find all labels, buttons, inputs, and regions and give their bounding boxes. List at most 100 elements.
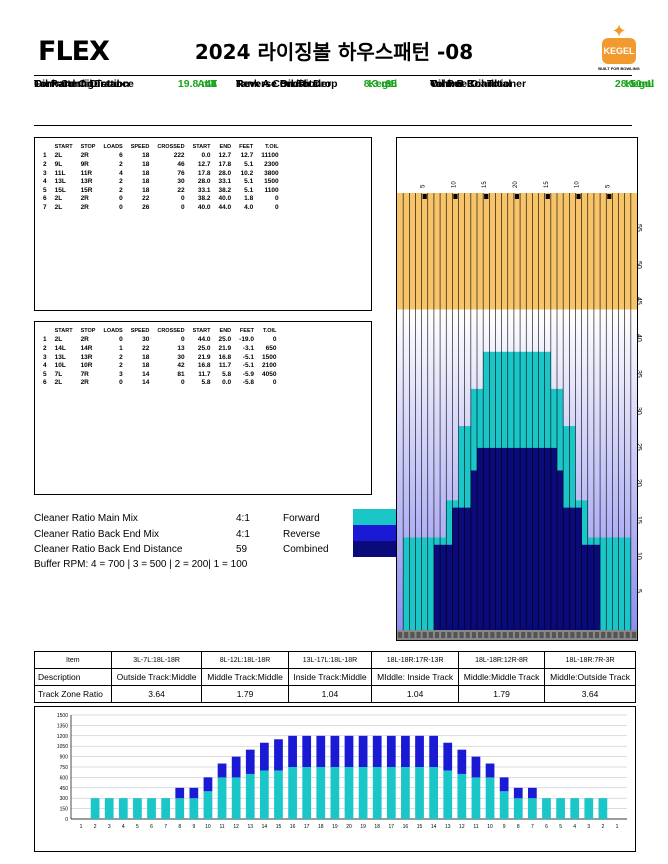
distance-label: 30 (635, 406, 642, 415)
column-header: FEET (239, 144, 254, 151)
cleaner-label: Cleaner Ratio Main Mix (34, 513, 138, 524)
bar-forward (584, 798, 594, 819)
board-marker (607, 632, 612, 638)
bar-reverse (527, 787, 537, 799)
board-marker (410, 632, 415, 638)
x-tick-label: 18 (374, 824, 380, 830)
table-cell: 46 (177, 160, 185, 168)
table-row: 6 2L 2R 0 22 0 38.2 40.0 1.8 0 (39, 195, 283, 204)
board-marker (631, 632, 636, 638)
table-cell: 0 (119, 195, 123, 203)
board-marker (478, 632, 483, 638)
board-marker (533, 632, 538, 638)
bar-reverse (415, 735, 424, 767)
table-cell: 2 (119, 186, 123, 194)
x-tick-label: 5 (136, 824, 139, 830)
bar-forward (175, 798, 185, 819)
table-cell: 2R (80, 195, 89, 203)
kegel-badge: KEGEL (602, 38, 636, 64)
table-cell: 4 (119, 169, 123, 177)
kegel-tagline: BUILT FOR BOWLING (598, 66, 640, 71)
table-cell: 15L (54, 186, 66, 194)
board-marker (558, 632, 563, 638)
table-cell: 14R (80, 344, 93, 352)
bar-forward (231, 777, 241, 819)
x-tick-label: 11 (219, 824, 224, 830)
y-tick-label: 450 (60, 786, 69, 792)
table-cell: 2R (80, 336, 89, 344)
column-header: CROSSED (157, 144, 185, 151)
bar-forward (527, 798, 537, 819)
x-tick-label: 12 (233, 824, 239, 830)
y-tick-label: 900 (60, 755, 69, 761)
column-header: SPEED (130, 328, 150, 335)
table-cell: 42 (177, 362, 185, 370)
x-tick-label: 19 (360, 824, 366, 830)
cleaner-value: 59 (236, 544, 248, 555)
board-marker (434, 632, 440, 638)
table-cell: 650 (265, 344, 277, 352)
bar-reverse (443, 742, 453, 771)
table-cell: 16.8 (197, 362, 211, 370)
zone-cell: Middle:Middle Track (457, 668, 546, 686)
header-divider (34, 75, 632, 76)
bar-chart-svg: 015030045060075090010501200135015001 2 3 4 5… (57, 713, 627, 830)
board-label: 15 (544, 181, 550, 188)
column-header: T.OIL (263, 328, 277, 335)
bar-forward (344, 767, 354, 819)
table-cell: -5.1 (242, 362, 254, 370)
board-label: 15 (482, 181, 488, 188)
x-tick-label: 17 (304, 824, 310, 830)
info-label: Tank A Conditioner (236, 78, 332, 90)
x-tick-label: 16 (403, 824, 409, 830)
bar-reverse (358, 735, 368, 767)
table-cell: 0.0 (201, 152, 211, 160)
table-cell: -3.1 (242, 344, 254, 352)
zone-cell: Item (34, 651, 112, 669)
bar-reverse (499, 777, 509, 792)
column-header: FEET (239, 328, 254, 335)
bar-forward (513, 798, 523, 819)
bar-forward (499, 791, 509, 819)
zone-cell: 3.64 (544, 685, 636, 703)
table-cell: 30 (177, 178, 185, 186)
board-marker (465, 632, 470, 638)
x-tick-label: 11 (473, 824, 478, 830)
bar-reverse (485, 763, 495, 778)
dry-lane (397, 193, 637, 310)
x-tick-label: 17 (389, 824, 395, 830)
board-marker (404, 632, 409, 638)
table-cell: 4 (43, 362, 47, 370)
x-tick-label: 10 (205, 824, 211, 830)
board-marker (570, 632, 575, 638)
table-row: 4 10L 10R 2 18 42 16.8 11.7 -5.1 2100 (39, 361, 280, 370)
x-tick-label: 14 (431, 824, 437, 830)
board-marker (502, 632, 507, 638)
bar-forward (358, 767, 368, 819)
forward-pass-table: START STOP LOADS SPEED CROSSED START END FEET T.… (34, 137, 372, 311)
column-header: END (219, 144, 232, 151)
zone-row: Track Zone Ratio 3.64 1.79 1.04 1.04 1.79 3.64 (34, 685, 636, 703)
board-marker (551, 632, 556, 638)
column-header: START (192, 328, 211, 335)
bar-forward (189, 798, 199, 819)
x-tick-label: 7 (164, 824, 167, 830)
table-cell: 10.2 (240, 169, 254, 177)
table-cell: 33.1 (218, 178, 232, 186)
pattern-info: Oil Pattern Distance 44 Reverse Brush Drop… (0, 78, 668, 126)
bar-forward (598, 798, 608, 819)
y-tick-label: 1050 (57, 744, 68, 750)
x-tick-label: 13 (445, 824, 451, 830)
table-cell: 4050 (261, 370, 277, 378)
bar-reverse (457, 749, 467, 774)
table-cell: 40.0 (197, 203, 211, 211)
info-label: Tank B Conditioner (430, 78, 527, 90)
zone-cell: Track Zone Ratio (34, 685, 112, 703)
table-cell: 11R (80, 169, 93, 177)
zone-cell: 18L-18R:7R-3R (544, 651, 636, 669)
bar-reverse (217, 763, 227, 778)
board-marker (545, 632, 550, 638)
table-cell: 0 (119, 336, 123, 344)
table-cell: 40.0 (218, 195, 232, 203)
table-cell: 2 (43, 344, 47, 352)
